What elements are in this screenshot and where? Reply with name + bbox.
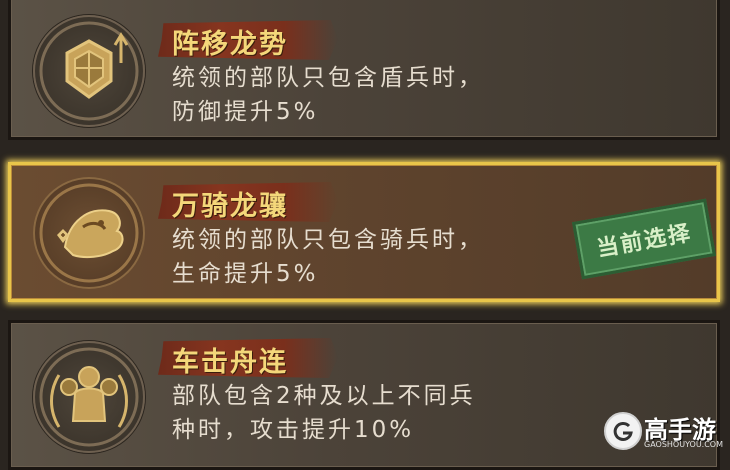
dragon-horse-icon	[33, 177, 145, 289]
skill-title: 万骑龙骧	[172, 191, 288, 222]
skill-desc-line2: 防御提升5%	[172, 99, 319, 125]
g-logo-icon	[604, 412, 642, 450]
skill-desc-line2: 生命提升5%	[172, 261, 319, 287]
tortoise-shell-icon	[33, 15, 145, 127]
skill-title: 阵移龙势	[172, 29, 288, 60]
skill-desc-line1: 统领的部队只包含盾兵时，	[172, 65, 484, 91]
skill-desc-line2: 种时，攻击提升10%	[172, 417, 415, 443]
skill-desc-line1: 部队包含2种及以上不同兵	[172, 383, 476, 409]
site-watermark: 高手游 GAOSHOUYOU.COM	[604, 408, 730, 456]
armored-soldiers-icon	[33, 341, 145, 453]
skill-desc-line1: 统领的部队只包含骑兵时，	[172, 227, 484, 253]
skill-title: 车击舟连	[172, 347, 288, 378]
watermark-url: GAOSHOUYOU.COM	[644, 440, 724, 449]
